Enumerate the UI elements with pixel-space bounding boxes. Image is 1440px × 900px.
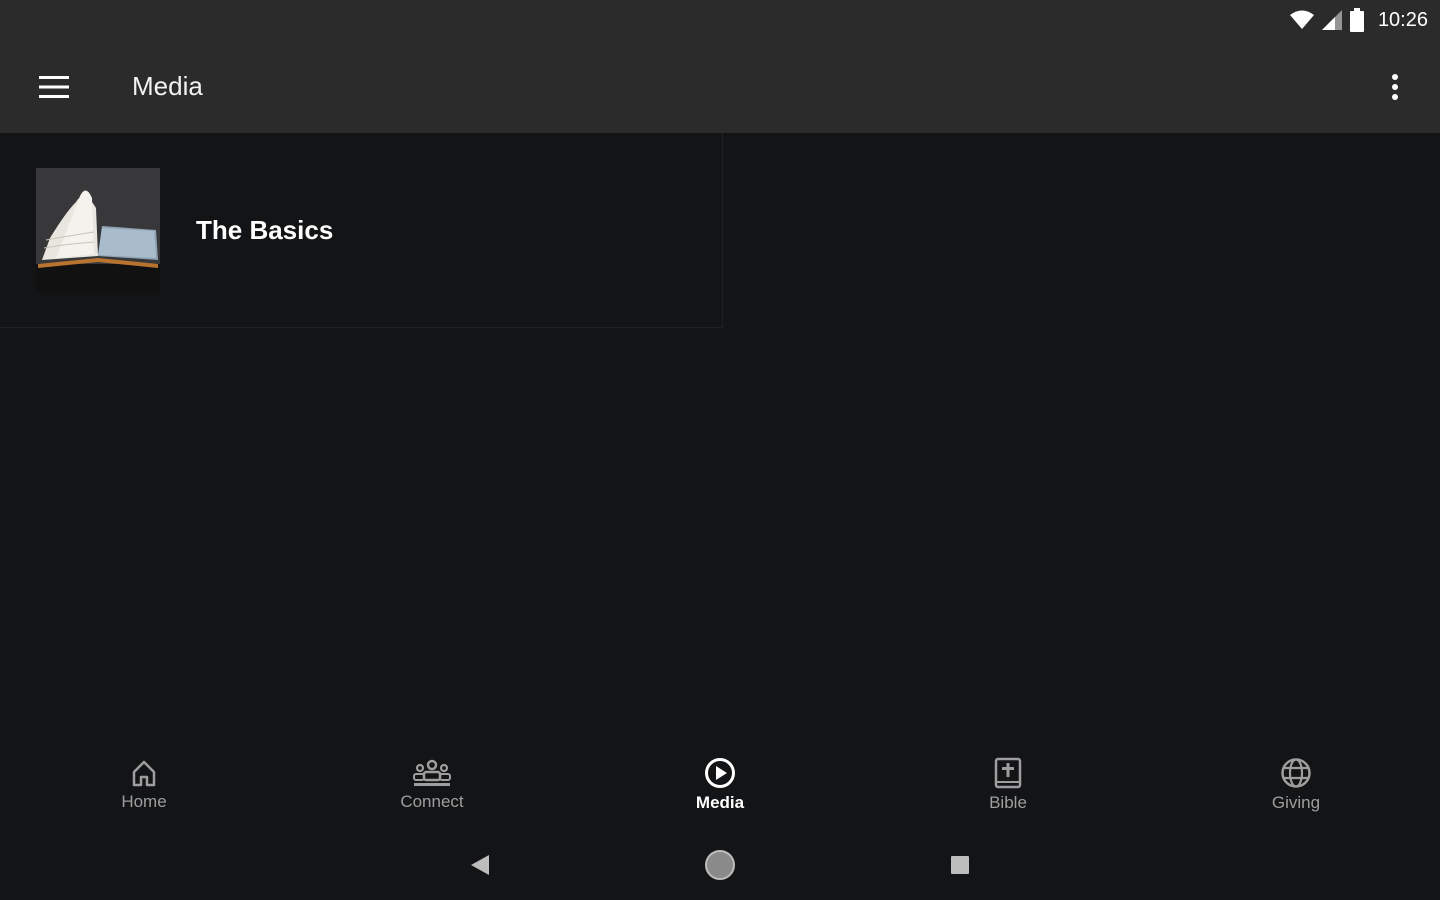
nav-item-media[interactable]: Media (620, 740, 820, 830)
home-icon (132, 760, 156, 787)
play-circle-icon (705, 758, 735, 788)
globe-icon (1281, 758, 1311, 788)
nav-label-giving: Giving (1271, 793, 1321, 812)
more-vert-icon (1392, 73, 1398, 100)
group-icon (413, 759, 451, 786)
recents-square-icon (951, 856, 969, 874)
more-options-button[interactable] (1350, 40, 1440, 133)
media-title: The Basics (196, 214, 334, 245)
nav-label-home: Home (121, 792, 167, 811)
cell-signal-icon (1321, 10, 1342, 30)
system-navigation-bar (0, 830, 1440, 900)
bottom-navigation: Home Connect Media Bible Giving (0, 740, 1440, 830)
status-bar: 10:26 (0, 0, 1440, 40)
hamburger-menu-icon (39, 75, 69, 98)
back-button[interactable] (460, 845, 500, 885)
nav-label-media: Media (695, 793, 745, 812)
wifi-icon (1289, 10, 1314, 30)
media-list: The Basics (0, 133, 1440, 733)
home-system-button[interactable] (700, 845, 740, 885)
status-time: 10:26 (1377, 8, 1428, 31)
nav-label-connect: Connect (400, 792, 464, 811)
open-book-image (36, 168, 160, 292)
nav-item-home[interactable]: Home (44, 740, 244, 830)
battery-icon (1349, 8, 1364, 32)
recents-button[interactable] (940, 845, 980, 885)
home-circle-icon (705, 850, 735, 880)
bible-icon (994, 757, 1022, 789)
app-bar: Media (0, 40, 1440, 133)
media-list-item[interactable]: The Basics (0, 133, 723, 328)
nav-item-connect[interactable]: Connect (332, 740, 532, 830)
nav-item-bible[interactable]: Bible (908, 740, 1108, 830)
hamburger-menu-button[interactable] (0, 40, 108, 133)
nav-item-giving[interactable]: Giving (1196, 740, 1396, 830)
nav-label-bible: Bible (989, 793, 1027, 812)
page-title: Media (132, 71, 203, 101)
back-triangle-icon (471, 855, 489, 875)
